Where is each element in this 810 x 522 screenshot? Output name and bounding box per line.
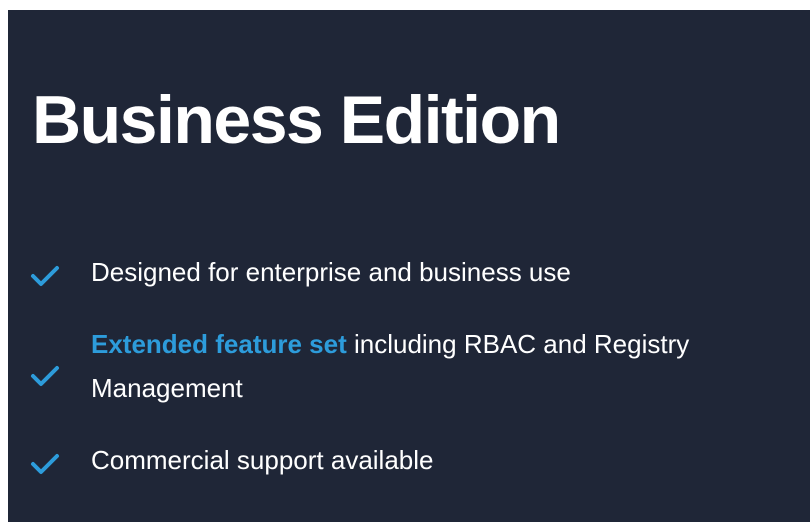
check-icon (30, 364, 60, 388)
feature-text: Designed for enterprise and business use (91, 257, 571, 287)
feature-text: Commercial support available (91, 445, 434, 475)
feature-text: Extended feature set including RBAC and … (91, 322, 771, 410)
edition-title: Business Edition (32, 82, 561, 158)
check-icon (30, 264, 60, 288)
check-icon (30, 452, 60, 476)
business-edition-card: Business Edition Designed for enterprise… (8, 10, 810, 522)
feature-highlight-link[interactable]: Extended feature set (91, 329, 347, 359)
